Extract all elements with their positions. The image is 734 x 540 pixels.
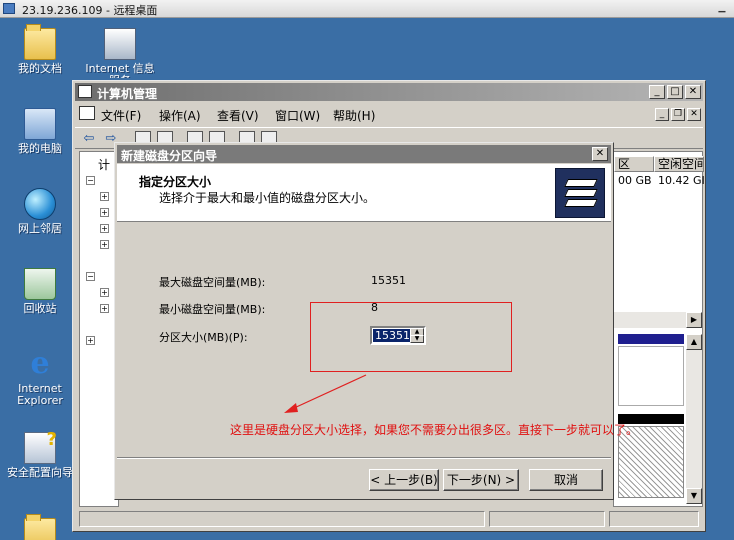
annotation-note: 这里是硬盘分区大小选择，如果您不需要分出很多区。直接下一步就可以了。 (230, 423, 639, 437)
annotation-arrow-icon (284, 374, 367, 413)
